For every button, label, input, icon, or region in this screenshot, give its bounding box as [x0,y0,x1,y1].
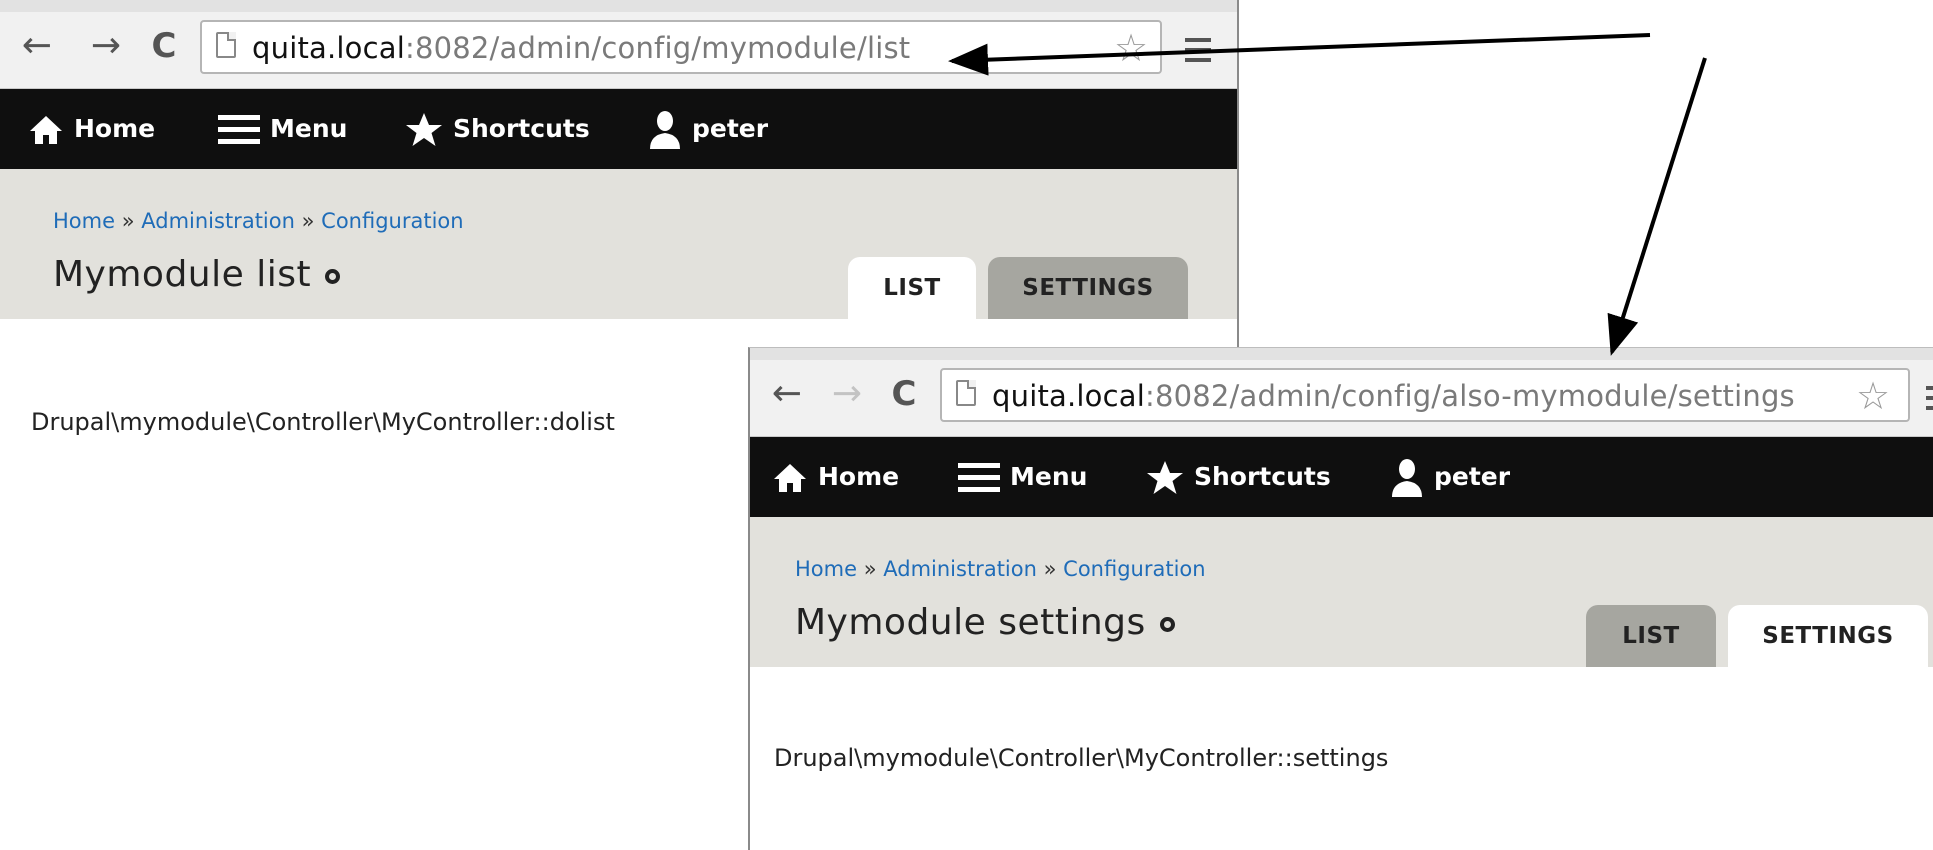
reload-icon: C [151,26,177,66]
page-title: Mymodule settings [795,602,1175,643]
bookmark-star-icon[interactable]: ☆ [1856,376,1890,416]
toolbar-shortcuts-label: Shortcuts [453,114,590,143]
breadcrumb-administration[interactable]: Administration [141,209,295,233]
home-icon [774,464,806,492]
breadcrumb-separator: » [863,557,877,581]
add-shortcut-icon[interactable] [325,268,341,284]
star-icon [406,113,442,146]
toolbar-user[interactable]: peter [1390,437,1510,517]
url-path: :8082/admin/config/mymodule/list [404,31,911,65]
back-button[interactable]: ← [768,374,806,414]
back-button[interactable]: ← [18,26,56,66]
page-title: Mymodule list [53,254,341,295]
user-icon [650,111,680,149]
add-shortcut-icon[interactable] [1159,616,1175,632]
content-text: Drupal\mymodule\Controller\MyController:… [31,408,615,436]
toolbar-user[interactable]: peter [648,89,768,169]
breadcrumb-configuration[interactable]: Configuration [1063,557,1205,581]
forward-button[interactable]: → [87,26,125,66]
tab-settings[interactable]: SETTINGS [988,257,1188,319]
page-icon [216,32,236,58]
tab-list[interactable]: LIST [848,257,976,319]
menu-icon [218,115,260,144]
breadcrumb-home[interactable]: Home [795,557,857,581]
arrow-left-icon: ← [21,25,53,66]
page-title-text: Mymodule settings [795,602,1146,643]
user-icon [1392,459,1422,497]
star-icon [1147,461,1183,494]
url-path: :8082/admin/config/also-mymodule/setting… [1144,379,1795,413]
reload-icon: C [891,374,917,414]
arrow-right-icon: → [90,25,122,66]
url-text: quita.local:8082/admin/config/also-mymod… [992,379,1795,413]
url-text: quita.local:8082/admin/config/mymodule/l… [252,31,910,65]
breadcrumb-administration[interactable]: Administration [883,557,1037,581]
address-bar[interactable]: quita.local:8082/admin/config/mymodule/l… [200,20,1162,74]
url-host: quita.local [992,379,1145,413]
toolbar-menu-label: Menu [270,114,348,143]
toolbar-home[interactable]: Home [772,437,899,517]
tab-list[interactable]: LIST [1586,605,1716,667]
reload-button[interactable]: C [145,26,183,66]
url-host: quita.local [252,31,405,65]
page-icon [956,380,976,406]
breadcrumb-configuration[interactable]: Configuration [321,209,463,233]
content-text: Drupal\mymodule\Controller\MyController:… [774,744,1389,772]
breadcrumb: Home » Administration » Configuration [795,557,1206,581]
browser-toolbar: ← → C quita.local:8082/admin/config/also… [750,360,1933,437]
toolbar-home[interactable]: Home [28,89,155,169]
arrow-to-url-2 [1607,57,1707,356]
breadcrumb-separator: » [1043,557,1057,581]
toolbar-shortcuts[interactable]: Shortcuts [1146,437,1331,517]
toolbar-user-label: peter [1434,462,1511,491]
toolbar-menu-label: Menu [1010,462,1088,491]
toolbar-menu[interactable]: Menu [958,437,1087,517]
page-header: Home » Administration » Configuration My… [0,169,1237,319]
toolbar-home-label: Home [818,462,900,491]
toolbar-shortcuts[interactable]: Shortcuts [405,89,590,169]
breadcrumb: Home » Administration » Configuration [53,209,464,233]
admin-toolbar: Home Menu Shortcuts peter [750,437,1933,517]
browser-toolbar: ← → C quita.local:8082/admin/config/mymo… [0,12,1237,89]
page-title-text: Mymodule list [53,254,312,295]
toolbar-shortcuts-label: Shortcuts [1194,462,1331,491]
arrow-left-icon: ← [771,373,803,414]
tab-strip [0,0,1237,12]
toolbar-home-label: Home [74,114,156,143]
arrow-right-icon: → [831,373,863,414]
menu-icon [958,463,1000,492]
browser-window-settings: ← → C quita.local:8082/admin/config/also… [748,347,1933,850]
address-bar[interactable]: quita.local:8082/admin/config/also-mymod… [940,368,1910,422]
toolbar-menu[interactable]: Menu [218,89,347,169]
breadcrumb-separator: » [301,209,315,233]
tab-settings[interactable]: SETTINGS [1728,605,1928,667]
admin-toolbar: Home Menu Shortcuts peter [0,89,1237,169]
reload-button[interactable]: C [885,374,923,414]
forward-button[interactable]: → [828,374,866,414]
breadcrumb-home[interactable]: Home [53,209,115,233]
tab-strip [750,348,1933,360]
chrome-menu-icon[interactable] [1185,38,1211,64]
home-icon [30,116,62,144]
page-header: Home » Administration » Configuration My… [750,517,1933,667]
chrome-menu-icon[interactable] [1926,386,1933,412]
toolbar-user-label: peter [692,114,769,143]
breadcrumb-separator: » [121,209,135,233]
bookmark-star-icon[interactable]: ☆ [1114,28,1148,68]
